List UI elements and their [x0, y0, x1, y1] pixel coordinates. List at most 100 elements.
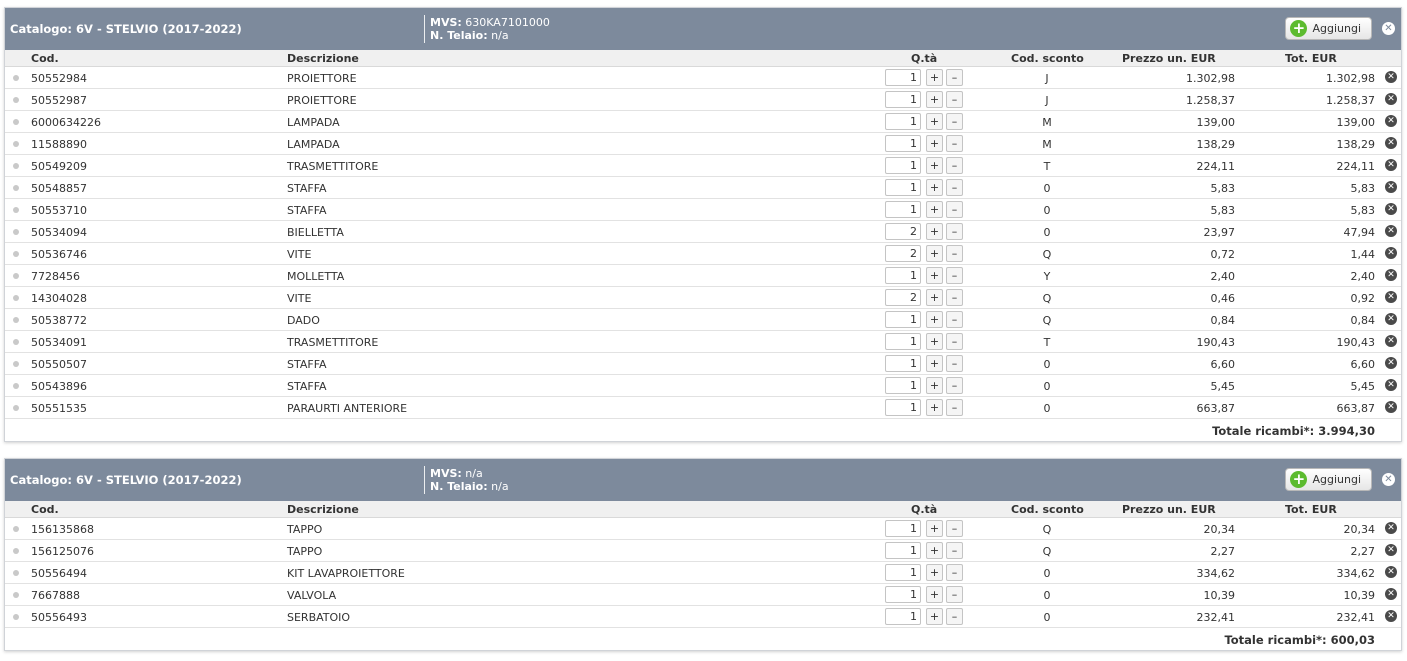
close-icon[interactable]: ✕	[1382, 22, 1395, 35]
quantity-input[interactable]: 1	[885, 333, 921, 350]
decrement-button[interactable]: –	[946, 267, 963, 284]
decrement-button[interactable]: –	[946, 377, 963, 394]
increment-button[interactable]: +	[926, 69, 943, 86]
remove-circle-icon[interactable]: ✕	[1385, 522, 1397, 534]
quantity-input[interactable]: 1	[885, 135, 921, 152]
decrement-button[interactable]: –	[946, 69, 963, 86]
increment-button[interactable]: +	[926, 135, 943, 152]
remove-circle-icon[interactable]: ✕	[1385, 71, 1397, 83]
decrement-button[interactable]: –	[946, 564, 963, 581]
add-button[interactable]: + Aggiungi	[1285, 468, 1372, 491]
column-header-total[interactable]: Tot. EUR	[1285, 52, 1337, 65]
increment-button[interactable]: +	[926, 267, 943, 284]
quantity-input[interactable]: 1	[885, 69, 921, 86]
increment-button[interactable]: +	[926, 377, 943, 394]
quantity-input[interactable]: 2	[885, 245, 921, 262]
increment-button[interactable]: +	[926, 245, 943, 262]
remove-circle-icon[interactable]: ✕	[1385, 401, 1397, 413]
remove-circle-icon[interactable]: ✕	[1385, 610, 1397, 622]
quantity-input[interactable]: 1	[885, 377, 921, 394]
quantity-input[interactable]: 1	[885, 157, 921, 174]
quantity-input[interactable]: 1	[885, 267, 921, 284]
increment-button[interactable]: +	[926, 520, 943, 537]
quantity-input[interactable]: 1	[885, 399, 921, 416]
quantity-input[interactable]: 2	[885, 223, 921, 240]
remove-circle-icon[interactable]: ✕	[1385, 566, 1397, 578]
remove-circle-icon[interactable]: ✕	[1385, 379, 1397, 391]
quantity-input[interactable]: 1	[885, 542, 921, 559]
quantity-input[interactable]: 1	[885, 608, 921, 625]
decrement-button[interactable]: –	[946, 157, 963, 174]
remove-circle-icon[interactable]: ✕	[1385, 269, 1397, 281]
quantity-input[interactable]: 2	[885, 289, 921, 306]
increment-button[interactable]: +	[926, 289, 943, 306]
decrement-button[interactable]: –	[946, 399, 963, 416]
quantity-input[interactable]: 1	[885, 201, 921, 218]
column-header-discount-code[interactable]: Cod. sconto	[1011, 52, 1084, 65]
increment-button[interactable]: +	[926, 223, 943, 240]
column-header-unit-price[interactable]: Prezzo un. EUR	[1122, 52, 1216, 65]
column-header-unit-price[interactable]: Prezzo un. EUR	[1122, 503, 1216, 516]
decrement-button[interactable]: –	[946, 245, 963, 262]
column-header-qty[interactable]: Q.tà	[911, 52, 937, 65]
remove-circle-icon[interactable]: ✕	[1385, 115, 1397, 127]
close-icon[interactable]: ✕	[1382, 473, 1395, 486]
column-header-total[interactable]: Tot. EUR	[1285, 503, 1337, 516]
increment-button[interactable]: +	[926, 355, 943, 372]
increment-button[interactable]: +	[926, 179, 943, 196]
remove-circle-icon[interactable]: ✕	[1385, 247, 1397, 259]
increment-button[interactable]: +	[926, 608, 943, 625]
increment-button[interactable]: +	[926, 564, 943, 581]
decrement-button[interactable]: –	[946, 355, 963, 372]
remove-circle-icon[interactable]: ✕	[1385, 137, 1397, 149]
remove-circle-icon[interactable]: ✕	[1385, 357, 1397, 369]
column-header-code[interactable]: Cod.	[31, 52, 59, 65]
remove-circle-icon[interactable]: ✕	[1385, 335, 1397, 347]
quantity-input[interactable]: 1	[885, 91, 921, 108]
remove-circle-icon[interactable]: ✕	[1385, 313, 1397, 325]
decrement-button[interactable]: –	[946, 608, 963, 625]
column-header-code[interactable]: Cod.	[31, 503, 59, 516]
decrement-button[interactable]: –	[946, 289, 963, 306]
remove-circle-icon[interactable]: ✕	[1385, 291, 1397, 303]
increment-button[interactable]: +	[926, 542, 943, 559]
quantity-input[interactable]: 1	[885, 311, 921, 328]
decrement-button[interactable]: –	[946, 542, 963, 559]
quantity-input[interactable]: 1	[885, 355, 921, 372]
quantity-input[interactable]: 1	[885, 520, 921, 537]
increment-button[interactable]: +	[926, 586, 943, 603]
increment-button[interactable]: +	[926, 333, 943, 350]
increment-button[interactable]: +	[926, 157, 943, 174]
decrement-button[interactable]: –	[946, 223, 963, 240]
decrement-button[interactable]: –	[946, 520, 963, 537]
decrement-button[interactable]: –	[946, 333, 963, 350]
add-button[interactable]: + Aggiungi	[1285, 17, 1372, 40]
decrement-button[interactable]: –	[946, 201, 963, 218]
decrement-button[interactable]: –	[946, 179, 963, 196]
decrement-button[interactable]: –	[946, 113, 963, 130]
column-header-discount-code[interactable]: Cod. sconto	[1011, 503, 1084, 516]
quantity-input[interactable]: 1	[885, 113, 921, 130]
remove-circle-icon[interactable]: ✕	[1385, 544, 1397, 556]
increment-button[interactable]: +	[926, 91, 943, 108]
decrement-button[interactable]: –	[946, 586, 963, 603]
quantity-input[interactable]: 1	[885, 586, 921, 603]
decrement-button[interactable]: –	[946, 311, 963, 328]
decrement-button[interactable]: –	[946, 91, 963, 108]
increment-button[interactable]: +	[926, 201, 943, 218]
column-header-description[interactable]: Descrizione	[287, 52, 359, 65]
remove-circle-icon[interactable]: ✕	[1385, 225, 1397, 237]
remove-circle-icon[interactable]: ✕	[1385, 181, 1397, 193]
increment-button[interactable]: +	[926, 311, 943, 328]
remove-circle-icon[interactable]: ✕	[1385, 203, 1397, 215]
increment-button[interactable]: +	[926, 399, 943, 416]
column-header-qty[interactable]: Q.tà	[911, 503, 937, 516]
remove-circle-icon[interactable]: ✕	[1385, 93, 1397, 105]
column-header-description[interactable]: Descrizione	[287, 503, 359, 516]
quantity-input[interactable]: 1	[885, 179, 921, 196]
remove-circle-icon[interactable]: ✕	[1385, 588, 1397, 600]
decrement-button[interactable]: –	[946, 135, 963, 152]
remove-circle-icon[interactable]: ✕	[1385, 159, 1397, 171]
quantity-input[interactable]: 1	[885, 564, 921, 581]
increment-button[interactable]: +	[926, 113, 943, 130]
